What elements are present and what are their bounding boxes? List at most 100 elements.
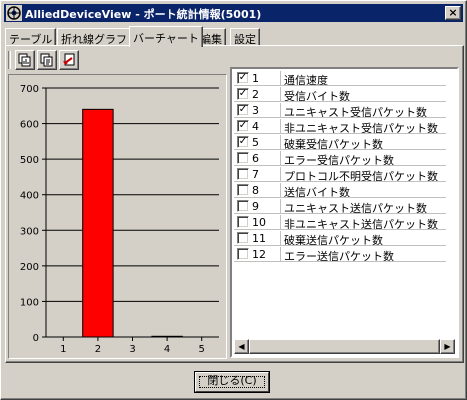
close-button[interactable]: 閉じる(C) (194, 371, 270, 393)
column-divider (280, 231, 281, 246)
tab-settings[interactable]: 設定 (230, 28, 260, 46)
counter-number: 2 (252, 88, 259, 101)
counter-row[interactable]: ✓ 2 受信バイト数 (234, 87, 446, 103)
counter-row[interactable]: 10 非ユニキャスト送信パケット数 (234, 215, 446, 231)
y-tick-label: 0 (33, 333, 39, 344)
tab-bar-chart[interactable]: バーチャート (129, 26, 203, 47)
column-divider (280, 215, 281, 230)
counter-row[interactable]: ✓ 4 非ユニキャスト受信パケット数 (234, 119, 446, 135)
counter-number: 9 (252, 200, 259, 213)
row-divider (234, 85, 446, 86)
row-divider (234, 165, 446, 166)
counter-checkbox[interactable] (237, 184, 249, 196)
x-tick-label: 4 (164, 344, 170, 355)
bar (151, 335, 183, 338)
y-tick-label: 200 (20, 262, 39, 273)
counter-checkbox[interactable]: ✓ (237, 120, 249, 132)
row-divider (234, 149, 446, 150)
column-divider (280, 71, 281, 86)
column-divider (280, 87, 281, 102)
row-divider (234, 117, 446, 118)
column-divider (280, 151, 281, 166)
counter-number: 3 (252, 104, 259, 117)
checkmark-icon: ✓ (238, 72, 248, 83)
app-icon (6, 5, 22, 21)
bar-chart-canvas: 0 100 200 300 400 500 600 700 1 2 3 4 5 (20, 84, 219, 355)
arrow-left-icon: ◀ (238, 342, 245, 351)
counter-row[interactable]: ✓ 1 通信速度 (234, 71, 446, 87)
copy-data-icon (40, 53, 53, 67)
y-tick-label: 500 (20, 155, 39, 166)
column-divider (280, 247, 281, 262)
bar (82, 108, 114, 338)
row-divider (234, 181, 446, 182)
counter-checkbox[interactable] (237, 248, 249, 260)
counter-number: 10 (252, 216, 266, 229)
x-tick-label: 1 (60, 344, 66, 355)
counter-row[interactable]: 8 送信バイト数 (234, 183, 446, 199)
tab-line-chart[interactable]: 折れ線グラフ (57, 28, 131, 46)
column-divider (280, 183, 281, 198)
counter-checkbox[interactable]: ✓ (237, 72, 249, 84)
row-divider (234, 101, 446, 102)
toolbar-grip (8, 51, 11, 69)
scroll-right-button[interactable]: ▶ (440, 339, 455, 354)
counter-checkbox[interactable] (237, 216, 249, 228)
close-icon: × (448, 6, 458, 19)
counter-number: 4 (252, 120, 259, 133)
row-divider (234, 197, 446, 198)
export-button[interactable] (59, 50, 79, 70)
counter-row[interactable]: 9 ユニキャスト送信パケット数 (234, 199, 446, 215)
counter-checkbox[interactable]: ✓ (237, 136, 249, 148)
counter-row[interactable]: 11 破棄送信パケット数 (234, 231, 446, 247)
counter-checkbox[interactable] (237, 152, 249, 164)
y-tick-label: 700 (20, 84, 39, 95)
window-title: AlliedDeviceView - ポート統計情報(5001) (25, 8, 262, 21)
counter-checkbox[interactable]: ✓ (237, 104, 249, 116)
row-divider (234, 229, 446, 230)
counter-row[interactable]: 7 プロトコル不明受信パケット数 (234, 167, 446, 183)
x-tick-label: 3 (129, 344, 135, 355)
copy-chart-button[interactable] (15, 50, 35, 70)
column-divider (280, 135, 281, 150)
counter-list: ✓ 1 通信速度 ✓ 2 受信バイト数 ✓ 3 ユニキャスト受信パケット数 ✓ 4 非ユニキャスト受信… (230, 67, 459, 358)
counter-number: 12 (252, 248, 266, 261)
row-divider (234, 261, 446, 262)
x-tick-label: 2 (95, 344, 101, 355)
horizontal-scrollbar[interactable]: ◀ ▶ (234, 339, 455, 354)
arrow-right-icon: ▶ (444, 342, 451, 351)
close-window-button[interactable]: × (445, 6, 461, 20)
counter-row[interactable]: 6 エラー受信パケット数 (234, 151, 446, 167)
copy-data-button[interactable] (37, 50, 57, 70)
checkmark-icon: ✓ (238, 88, 248, 99)
counter-row[interactable]: 12 エラー送信パケット数 (234, 247, 446, 263)
counter-number: 11 (252, 232, 266, 245)
row-divider (234, 213, 446, 214)
column-divider (280, 167, 281, 182)
counter-number: 6 (252, 152, 259, 165)
scroll-thumb[interactable] (249, 339, 440, 354)
counter-number: 5 (252, 136, 259, 149)
counter-row[interactable]: ✓ 5 破棄受信パケット数 (234, 135, 446, 151)
row-divider (234, 133, 446, 134)
y-tick-label: 400 (20, 191, 39, 202)
export-icon (63, 53, 75, 66)
counter-number: 1 (252, 72, 259, 85)
counter-checkbox[interactable] (237, 232, 249, 244)
close-button-label: 閉じる(C) (207, 374, 257, 387)
scroll-left-button[interactable]: ◀ (234, 339, 249, 354)
counter-number: 7 (252, 168, 259, 181)
counter-checkbox[interactable] (237, 168, 249, 180)
y-tick-label: 100 (20, 297, 39, 308)
column-divider (280, 199, 281, 214)
row-divider (234, 245, 446, 246)
copy-chart-icon (18, 53, 31, 67)
counter-row[interactable]: ✓ 3 ユニキャスト受信パケット数 (234, 103, 446, 119)
counter-checkbox[interactable]: ✓ (237, 88, 249, 100)
tab-table[interactable]: テーブル (5, 28, 57, 46)
title-bar[interactable]: AlliedDeviceView - ポート統計情報(5001) × (4, 4, 463, 22)
counter-number: 8 (252, 184, 259, 197)
x-tick-label: 5 (199, 344, 205, 355)
checkmark-icon: ✓ (238, 104, 248, 115)
counter-checkbox[interactable] (237, 200, 249, 212)
